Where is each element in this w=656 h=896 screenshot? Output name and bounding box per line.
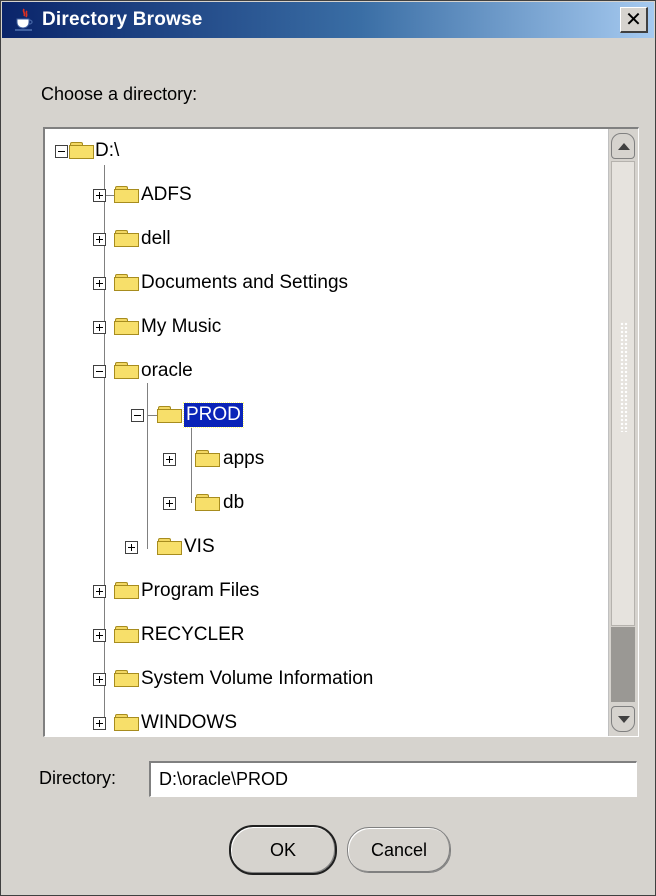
scroll-down-button[interactable]: [611, 706, 635, 732]
directory-label: Directory:: [39, 768, 117, 788]
expand-icon[interactable]: [93, 233, 106, 246]
expand-icon[interactable]: [93, 673, 106, 686]
arrow-down-icon: [618, 716, 630, 723]
tree-node-label: dell: [141, 228, 171, 249]
folder-icon: [114, 670, 140, 688]
collapse-icon[interactable]: [131, 409, 144, 422]
folder-icon: [157, 538, 183, 556]
folder-icon: [157, 406, 183, 424]
directory-tree[interactable]: D:\ ADFS dell Documents and Settings My …: [43, 127, 639, 737]
java-cup-icon: [15, 8, 33, 31]
window-title: Directory Browse: [42, 9, 203, 30]
folder-icon: [69, 142, 95, 160]
expand-icon[interactable]: [93, 189, 106, 202]
tree-line: [191, 425, 192, 503]
tree-node-label: System Volume Information: [141, 668, 374, 689]
tree-node-label-selected: PROD: [183, 402, 244, 428]
expand-icon[interactable]: [93, 321, 106, 334]
title-bar[interactable]: Directory Browse ✕: [2, 2, 654, 38]
tree-node-label: oracle: [141, 360, 193, 381]
scroll-thumb[interactable]: [611, 161, 635, 626]
expand-icon[interactable]: [163, 453, 176, 466]
tree-node-label: apps: [223, 448, 265, 469]
tree-node-label: WINDOWS: [141, 712, 238, 733]
folder-icon: [114, 230, 140, 248]
scroll-track[interactable]: [611, 627, 635, 702]
tree-node-label: Program Files: [141, 580, 260, 601]
tree-node-label: VIS: [184, 536, 215, 557]
tree-node-label: Documents and Settings: [141, 272, 349, 293]
folder-icon: [195, 494, 221, 512]
folder-icon: [114, 274, 140, 292]
tree-node-label: ADFS: [141, 184, 192, 205]
expand-icon[interactable]: [163, 497, 176, 510]
folder-icon: [114, 582, 140, 600]
collapse-icon[interactable]: [55, 145, 68, 158]
directory-browse-dialog: Directory Browse ✕ Choose a directory: D…: [0, 0, 656, 896]
expand-icon[interactable]: [93, 585, 106, 598]
cancel-button[interactable]: Cancel: [347, 827, 451, 873]
collapse-icon[interactable]: [93, 365, 106, 378]
vertical-scrollbar[interactable]: [608, 129, 638, 736]
tree-node-label: D:\: [95, 140, 120, 161]
tree-canvas: D:\ ADFS dell Documents and Settings My …: [45, 129, 605, 736]
folder-icon: [114, 318, 140, 336]
tree-node-label: My Music: [141, 316, 222, 337]
grip-icon: [620, 322, 628, 432]
expand-icon[interactable]: [93, 629, 106, 642]
expand-icon[interactable]: [125, 541, 138, 554]
folder-icon: [114, 626, 140, 644]
arrow-up-icon: [618, 143, 630, 150]
folder-icon: [114, 714, 140, 732]
tree-line: [147, 415, 157, 416]
close-icon: ✕: [625, 7, 642, 31]
expand-icon[interactable]: [93, 717, 106, 730]
close-button[interactable]: ✕: [620, 7, 648, 33]
scroll-up-button[interactable]: [611, 133, 635, 159]
directory-field[interactable]: [149, 761, 637, 797]
expand-icon[interactable]: [93, 277, 106, 290]
choose-directory-prompt: Choose a directory:: [41, 84, 198, 104]
tree-node-label: RECYCLER: [141, 624, 245, 645]
folder-icon: [114, 362, 140, 380]
folder-icon: [195, 450, 221, 468]
tree-node-label: db: [223, 492, 245, 513]
tree-line: [147, 383, 148, 549]
ok-button[interactable]: OK: [229, 825, 337, 875]
folder-icon: [114, 186, 140, 204]
